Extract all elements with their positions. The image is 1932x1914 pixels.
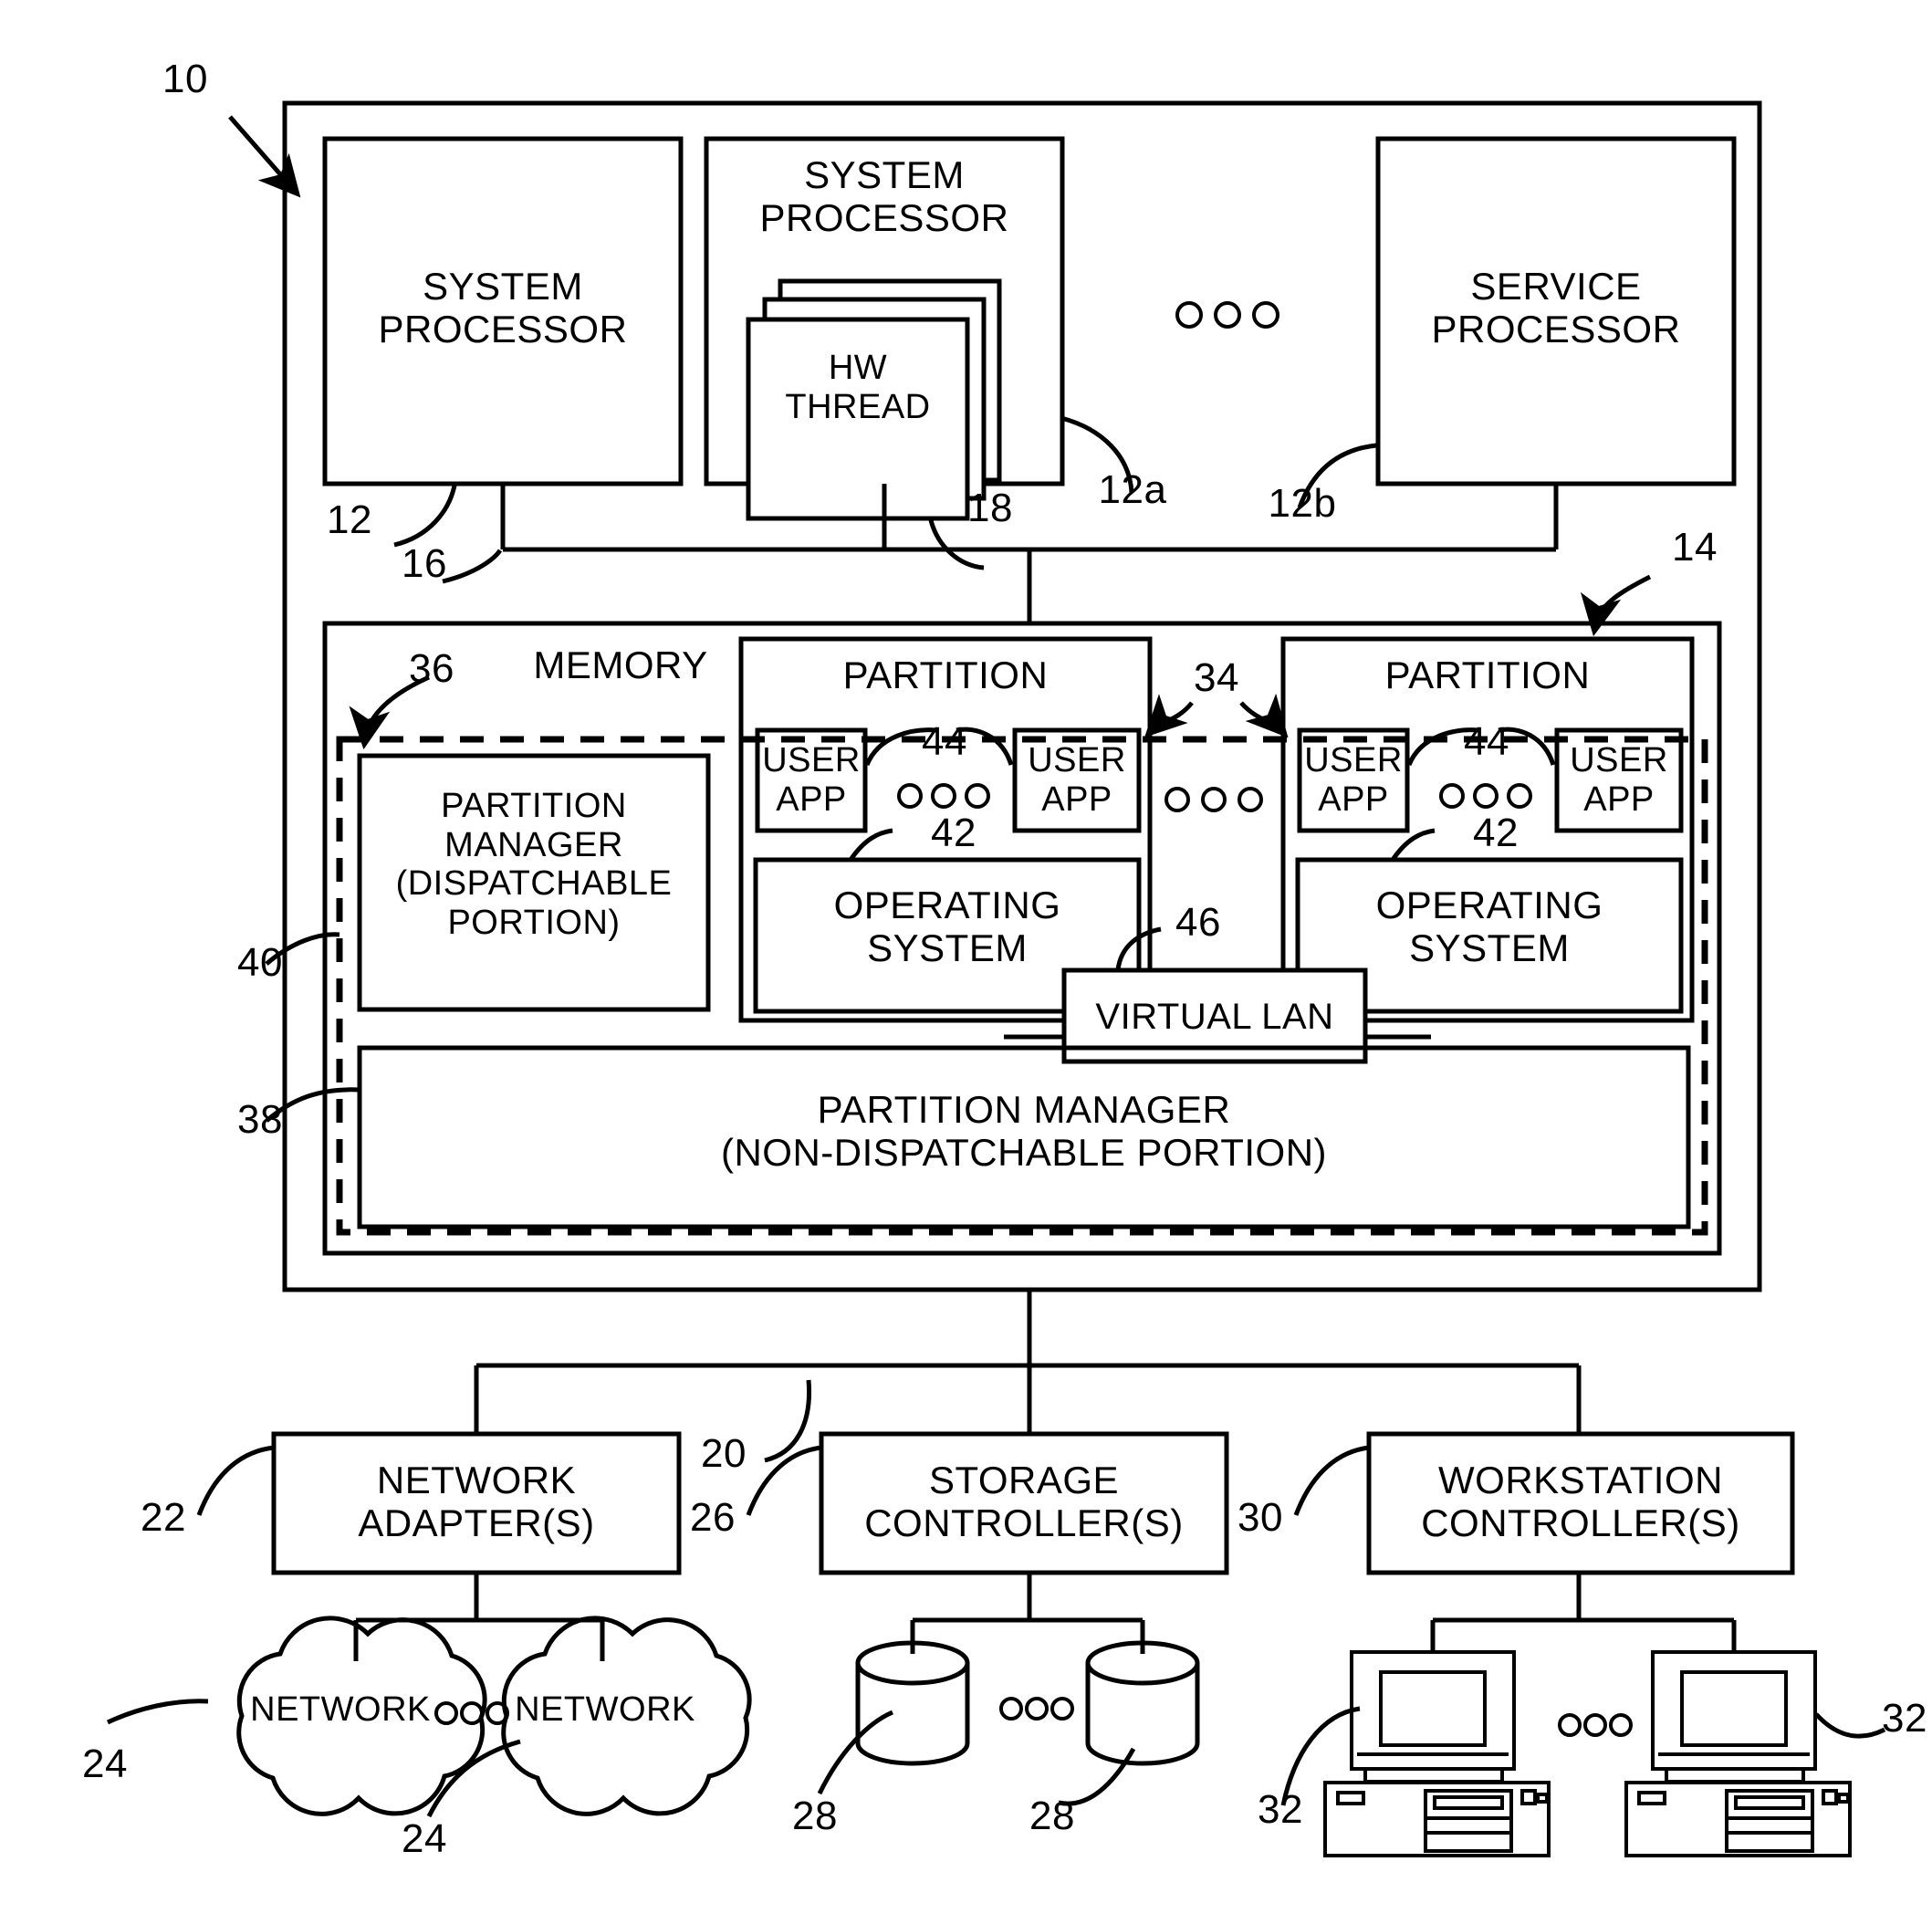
leader-26	[746, 1445, 822, 1516]
leader-34-left	[1144, 694, 1194, 737]
leader-18	[928, 519, 985, 570]
leader-22	[196, 1445, 275, 1516]
partition-right-userapp-2	[1554, 727, 1684, 833]
leader-16	[442, 549, 503, 584]
leader-42-left	[848, 828, 893, 862]
network-cloud-right	[501, 1616, 752, 1816]
leader-36	[349, 675, 431, 750]
service-processor-box	[1375, 136, 1737, 486]
leader-40	[265, 932, 340, 966]
leader-28-right	[1058, 1747, 1136, 1806]
network-ellipsis	[434, 1701, 509, 1725]
leader-12a	[1060, 415, 1134, 494]
leader-34-right	[1239, 693, 1289, 738]
partition-left-userapp-2	[1012, 727, 1142, 833]
workstation-ellipsis	[1558, 1713, 1633, 1737]
diagram-linework	[106, 100, 1886, 1857]
leader-32-right	[1814, 1712, 1886, 1739]
leader-24-left	[106, 1699, 209, 1725]
leader-12	[393, 485, 457, 548]
leader-44-left	[864, 727, 937, 767]
storage-disk-right	[1085, 1640, 1200, 1766]
storage-controllers-box	[819, 1431, 1229, 1575]
partition-left-app-ellipsis	[897, 783, 990, 809]
workstation-icon-right	[1624, 1650, 1852, 1857]
network-adapters-box	[271, 1431, 682, 1575]
system-processor-1-box	[322, 136, 684, 486]
leader-44-right-b	[1498, 727, 1556, 766]
leader-14	[1580, 574, 1652, 637]
processor-ellipsis	[1175, 301, 1279, 329]
storage-ellipsis	[999, 1697, 1074, 1721]
partition-right-app-ellipsis	[1439, 783, 1532, 809]
leader-12b	[1297, 443, 1377, 508]
storage-disk-left	[855, 1640, 970, 1766]
partition-ellipsis	[1164, 787, 1263, 812]
memory-frame	[322, 621, 1722, 1256]
leader-44-right	[1406, 727, 1479, 767]
leader-44-left-b	[956, 727, 1014, 766]
workstation-icon-left	[1323, 1650, 1551, 1857]
hw-thread-front-box	[746, 317, 970, 521]
leader-20	[764, 1379, 812, 1463]
partition-manager-dispatchable-box	[357, 753, 711, 1012]
workstation-controllers-box	[1366, 1431, 1795, 1575]
system-frame	[282, 100, 1762, 1292]
partition-right-userapp-1	[1297, 727, 1410, 833]
partition-manager-dashed-boundary	[336, 736, 1708, 1236]
partition-left-userapp-1	[755, 727, 868, 833]
leader-30	[1293, 1445, 1370, 1516]
figure-canvas: 10 SYSTEM PROCESSOR SYSTEM PROCESSOR HW …	[0, 0, 1932, 1914]
leader-38	[265, 1087, 360, 1123]
leader-42-right	[1390, 828, 1436, 862]
partition-manager-nondispatchable-box	[357, 1045, 1691, 1229]
